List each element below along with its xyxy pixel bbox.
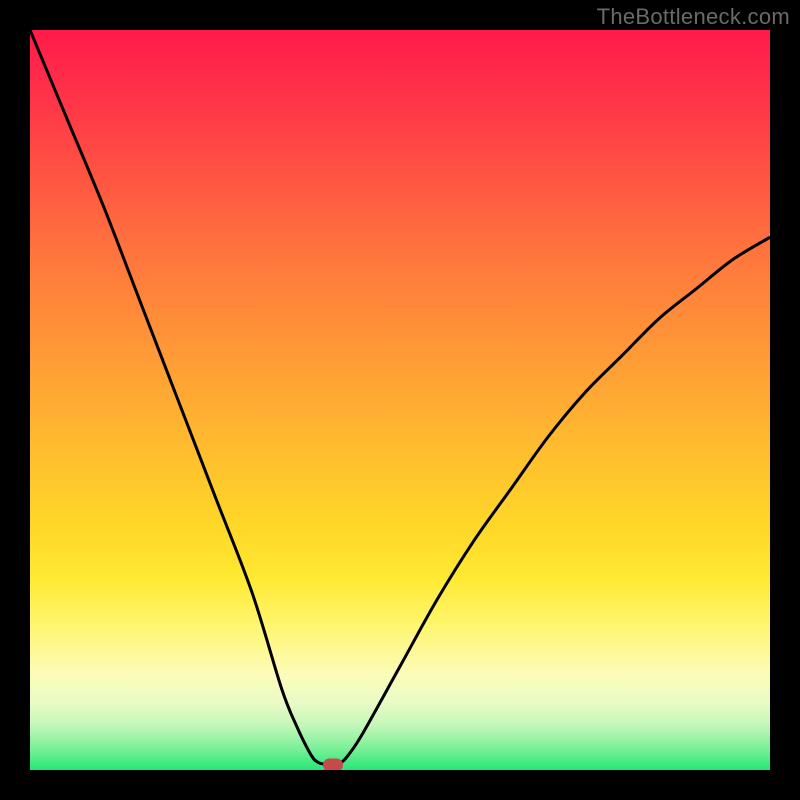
bottleneck-curve bbox=[30, 30, 770, 770]
plot-area bbox=[30, 30, 770, 770]
watermark-label: TheBottleneck.com bbox=[597, 4, 790, 30]
chart-frame: TheBottleneck.com bbox=[0, 0, 800, 800]
curve-path bbox=[30, 30, 770, 764]
optimal-point-marker bbox=[323, 758, 343, 770]
